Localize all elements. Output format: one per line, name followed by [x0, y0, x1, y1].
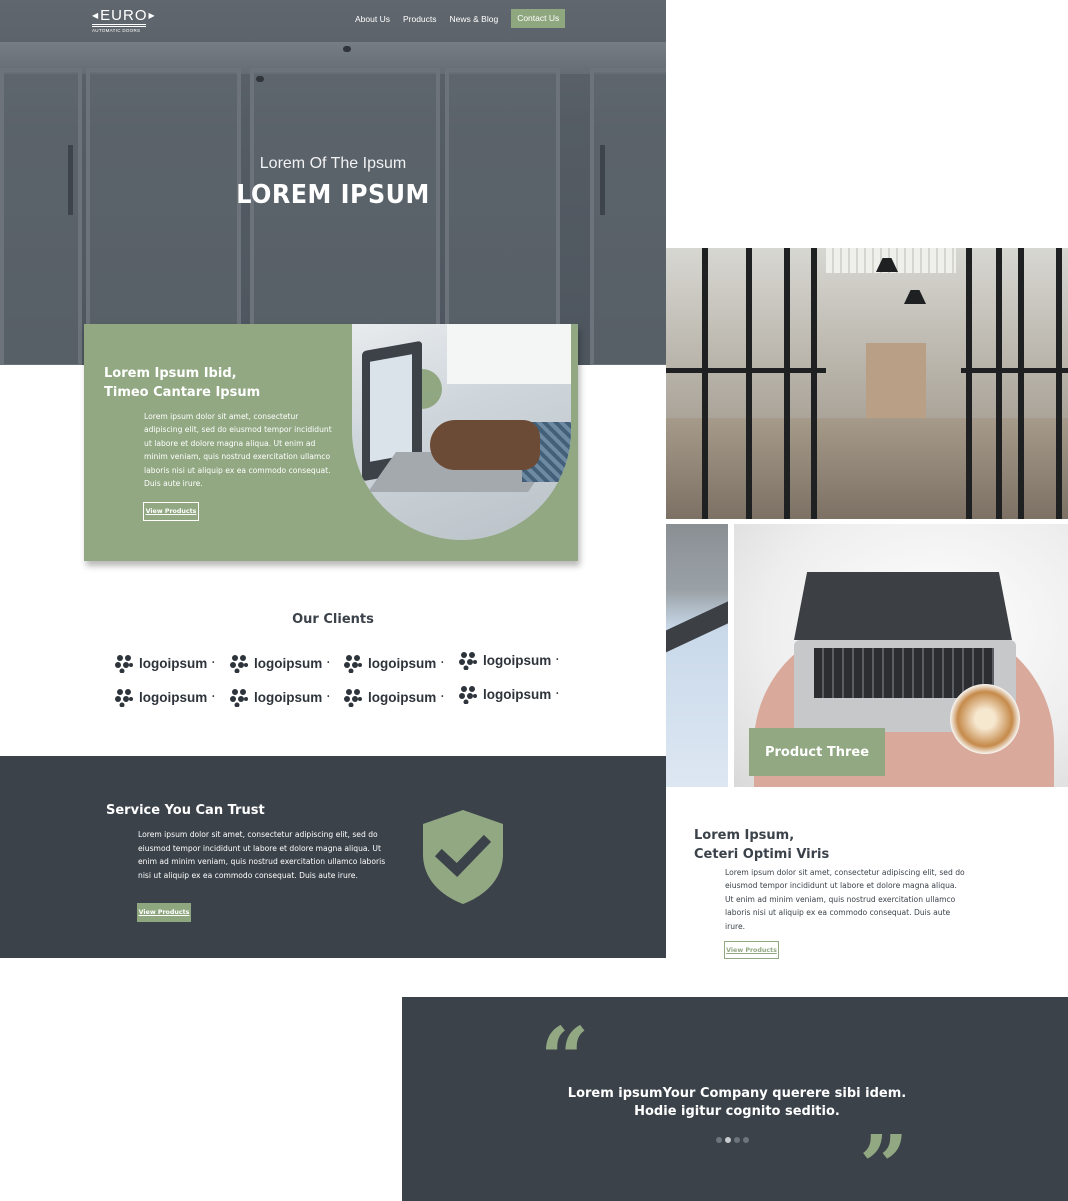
- client-logo-text: logoipsum: [368, 655, 437, 671]
- logo-stripes: [92, 24, 146, 27]
- client-logo: logoipsum •: [343, 653, 443, 673]
- carousel-dots: [716, 1137, 749, 1143]
- logo-word: EURO: [100, 7, 148, 24]
- photo-window: [447, 324, 571, 384]
- feature-heading-line1: Lorem Ipsum Ibid,: [104, 366, 237, 381]
- carousel-dot[interactable]: [725, 1137, 731, 1143]
- feature-heading-line2: Timeo Cantare Ipsum: [104, 385, 261, 400]
- flower-mark-icon: [459, 686, 477, 704]
- client-logo: logoipsum •: [343, 687, 443, 707]
- about-body: Lorem ipsum dolor sit amet, consectetur …: [725, 868, 965, 931]
- registered-mark-icon: •: [212, 694, 215, 700]
- glass-partition-rail: [666, 368, 826, 373]
- registered-mark-icon: •: [441, 694, 444, 700]
- product-three-label[interactable]: Product Three: [749, 728, 885, 776]
- photo-laptop-screen: [370, 354, 412, 462]
- testimonial-section: “ Lorem ipsumYour Company querere sibi i…: [402, 997, 1068, 1201]
- nav-about-us[interactable]: About Us: [355, 14, 390, 24]
- trust-body: Lorem ipsum dolor sit amet, consectetur …: [138, 830, 386, 880]
- logo-wordmark: ◀ EURO ▶: [92, 7, 155, 24]
- carousel-dot[interactable]: [716, 1137, 722, 1143]
- pendant-lamp-icon: [904, 290, 926, 304]
- glass-partition-frame: [811, 248, 817, 519]
- clients-title: Our Clients: [292, 612, 374, 627]
- trust-section: Service You Can Trust Lorem ipsum dolor …: [0, 756, 666, 958]
- flower-mark-icon: [230, 689, 248, 707]
- flower-mark-icon: [230, 655, 248, 673]
- photo-laptop-screen: [794, 572, 1012, 640]
- close-quote-icon: ”: [859, 1117, 909, 1201]
- about-heading: Lorem Ipsum, Ceteri Optimi Viris: [694, 826, 829, 864]
- glass-partition-frame: [966, 248, 972, 519]
- client-logo-text: logoipsum: [483, 686, 552, 702]
- product-three-card[interactable]: Product Three: [734, 524, 1068, 787]
- hero-title: LOREM IPSUM: [236, 180, 430, 210]
- flower-mark-icon: [459, 652, 477, 670]
- arrow-right-icon: ▶: [148, 11, 156, 20]
- corridor-back-wall: [866, 343, 926, 423]
- client-logo-text: logoipsum: [254, 655, 323, 671]
- registered-mark-icon: •: [212, 660, 215, 666]
- contact-us-button[interactable]: Contact Us: [511, 9, 566, 28]
- glass-partition-frame: [1056, 248, 1062, 519]
- window-detail-photo: [666, 524, 728, 787]
- client-logo: logoipsum •: [229, 653, 329, 673]
- feature-body: Lorem ipsum dolor sit amet, consectetur …: [144, 412, 332, 489]
- view-products-button[interactable]: View Products: [143, 502, 199, 521]
- flower-mark-icon: [115, 655, 133, 673]
- nav-products[interactable]: Products: [403, 14, 437, 24]
- flower-mark-icon: [344, 655, 362, 673]
- client-logo: logoipsum •: [114, 687, 214, 707]
- arrow-left-icon: ◀: [92, 11, 100, 20]
- registered-mark-icon: •: [327, 660, 330, 666]
- window-bar: [666, 597, 728, 653]
- registered-mark-icon: •: [556, 691, 559, 697]
- glass-partition-frame: [996, 248, 1002, 519]
- client-logo: logoipsum •: [458, 684, 558, 704]
- client-logo: logoipsum •: [114, 653, 214, 673]
- client-logo-text: logoipsum: [368, 689, 437, 705]
- client-logo-text: logoipsum: [483, 652, 552, 668]
- glass-partition-rail: [961, 368, 1068, 373]
- laptop-typing-photo: [352, 324, 571, 540]
- logo-tagline: AUTOMATIC DOORS: [92, 28, 141, 33]
- shield-check-icon: [423, 810, 503, 904]
- about-heading-line2: Ceteri Optimi Viris: [694, 847, 830, 862]
- glass-partition-frame: [1018, 248, 1024, 519]
- trust-heading: Service You Can Trust: [106, 803, 265, 818]
- client-logo: logoipsum •: [458, 650, 558, 670]
- hero-section: ◀ EURO ▶ AUTOMATIC DOORS About Us Produc…: [0, 0, 666, 365]
- coffee-cup-icon: [950, 684, 1020, 754]
- view-products-button[interactable]: View Products: [137, 903, 191, 922]
- carousel-dot[interactable]: [734, 1137, 740, 1143]
- glass-corridor-photo: [666, 248, 1068, 519]
- registered-mark-icon: •: [441, 660, 444, 666]
- flower-mark-icon: [344, 689, 362, 707]
- glass-partition-frame: [746, 248, 752, 519]
- view-products-button[interactable]: View Products: [724, 941, 779, 959]
- feature-heading: Lorem Ipsum Ibid, Timeo Cantare Ipsum: [104, 364, 260, 402]
- nav-news-blog[interactable]: News & Blog: [450, 14, 499, 24]
- photo-hands: [430, 420, 540, 470]
- testimonial-quote: Lorem ipsumYour Company querere sibi ide…: [567, 1086, 907, 1119]
- registered-mark-icon: •: [327, 694, 330, 700]
- client-logo-text: logoipsum: [139, 689, 208, 705]
- glass-partition-frame: [784, 248, 790, 519]
- hero-subtitle: Lorem Of The Ipsum: [259, 155, 407, 172]
- feature-card: Lorem Ipsum Ibid, Timeo Cantare Ipsum Lo…: [84, 324, 578, 561]
- corridor-floor: [666, 418, 1068, 519]
- flower-mark-icon: [115, 689, 133, 707]
- glass-partition-frame: [702, 248, 708, 519]
- client-logo: logoipsum •: [229, 687, 329, 707]
- carousel-dot[interactable]: [743, 1137, 749, 1143]
- registered-mark-icon: •: [556, 657, 559, 663]
- about-heading-line1: Lorem Ipsum,: [694, 828, 795, 843]
- client-logo-text: logoipsum: [254, 689, 323, 705]
- brand-logo[interactable]: ◀ EURO ▶ AUTOMATIC DOORS: [92, 7, 155, 34]
- client-logo-text: logoipsum: [139, 655, 208, 671]
- main-nav: About Us Products News & Blog Contact Us: [355, 9, 566, 28]
